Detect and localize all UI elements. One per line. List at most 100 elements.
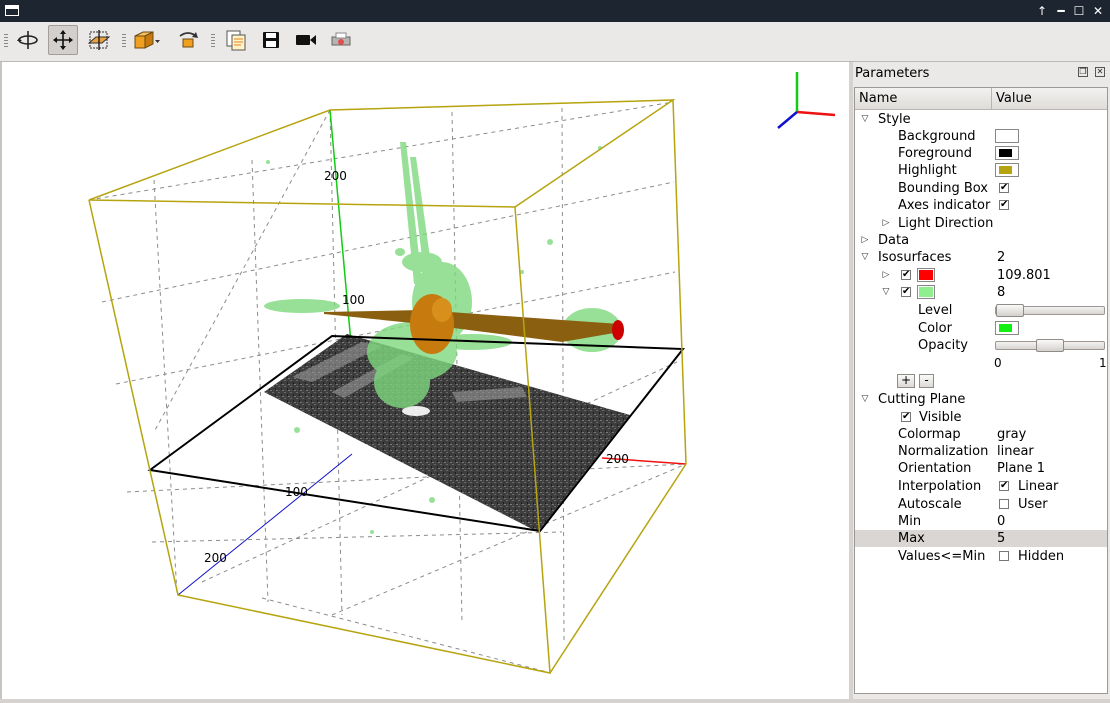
- tree-row-max[interactable]: Max 5: [855, 530, 1107, 547]
- normalization-value[interactable]: linear: [997, 443, 1034, 460]
- expand-arrow-icon[interactable]: ▷: [881, 215, 891, 232]
- tree-row-isosurface-1[interactable]: ▷ ✔ 109.801: [855, 267, 1107, 284]
- swatch-fill: [919, 270, 933, 280]
- tree-row-highlight[interactable]: Highlight: [855, 162, 1107, 179]
- axis-tick-x-200: 200: [606, 452, 629, 466]
- 3d-viewport[interactable]: 200 100 200 100 200: [0, 62, 849, 699]
- copy-image-icon[interactable]: [221, 25, 251, 55]
- axis-tick-y-200: 200: [204, 551, 227, 565]
- axis-tick-z-100: 100: [342, 293, 365, 307]
- collapse-arrow-icon[interactable]: ▽: [860, 111, 870, 128]
- panel-title: Parameters: [855, 66, 930, 81]
- foreground-color-swatch[interactable]: [995, 146, 1019, 160]
- opacity-slider-handle[interactable]: [1036, 339, 1064, 352]
- isosurface-1-color-swatch[interactable]: [917, 268, 935, 282]
- isosurface-2-color-swatch[interactable]: [917, 285, 935, 299]
- rotate-icon[interactable]: [13, 25, 43, 55]
- isosurface-color-swatch[interactable]: [995, 321, 1019, 335]
- column-name-header[interactable]: Name: [859, 91, 897, 106]
- orientation-value[interactable]: Plane 1: [997, 460, 1045, 477]
- zoom-box-icon[interactable]: [84, 25, 114, 55]
- collapse-arrow-icon[interactable]: ▽: [860, 391, 870, 408]
- swatch-fill: [999, 149, 1012, 157]
- tree-row-colormap[interactable]: Colormap gray: [855, 426, 1107, 443]
- tree-row-min[interactable]: Min 0: [855, 513, 1107, 530]
- tree-row-data[interactable]: ▷ Data: [855, 232, 1107, 249]
- maximize-icon[interactable]: ☐: [1071, 3, 1087, 19]
- reset-view-icon[interactable]: [173, 25, 203, 55]
- collapse-arrow-icon[interactable]: ▽: [860, 249, 870, 266]
- toolbar: [0, 22, 1110, 62]
- tree-row-style[interactable]: ▽ Style: [855, 111, 1107, 128]
- remove-isosurface-button[interactable]: -: [919, 374, 934, 388]
- opacity-slider[interactable]: [995, 339, 1105, 352]
- tree-row-foreground[interactable]: Foreground: [855, 145, 1107, 162]
- parameters-panel: Parameters ❐ ✕ Name Value ▽ Style Backgr…: [853, 62, 1110, 699]
- axis-tick-y-100: 100: [285, 485, 308, 499]
- bounding-box-checkbox[interactable]: ✔: [999, 183, 1009, 193]
- colormap-value[interactable]: gray: [997, 426, 1026, 443]
- tree-row-background[interactable]: Background: [855, 128, 1107, 145]
- parameters-tree: Name Value ▽ Style Background Foreground…: [854, 87, 1108, 694]
- isosurface-2-checkbox[interactable]: ✔: [901, 287, 911, 297]
- expand-arrow-icon[interactable]: ▷: [860, 232, 870, 249]
- column-value-header[interactable]: Value: [996, 91, 1032, 106]
- float-panel-icon[interactable]: ❐: [1078, 67, 1088, 77]
- autoscale-checkbox[interactable]: [999, 499, 1009, 509]
- pan-icon[interactable]: [48, 25, 78, 55]
- close-icon[interactable]: ✕: [1090, 3, 1106, 19]
- tree-row-cutting-plane[interactable]: ▽ Cutting Plane: [855, 391, 1107, 408]
- tree-row-isosurfaces[interactable]: ▽ Isosurfaces 2: [855, 249, 1107, 266]
- tree-row-opacity[interactable]: Opacity: [855, 337, 1107, 354]
- minimize-icon[interactable]: ━: [1053, 3, 1069, 19]
- tree-row-orientation[interactable]: Orientation Plane 1: [855, 460, 1107, 477]
- cube-view-icon[interactable]: [131, 25, 161, 55]
- max-value[interactable]: 5: [997, 530, 1005, 547]
- level-slider[interactable]: [995, 304, 1105, 317]
- toolbar-grip[interactable]: [4, 34, 8, 48]
- add-isosurface-button[interactable]: +: [897, 374, 915, 388]
- tree-row-normalization[interactable]: Normalization linear: [855, 443, 1107, 460]
- background-color-swatch[interactable]: [995, 129, 1019, 143]
- keep-above-icon[interactable]: ↑: [1034, 3, 1050, 19]
- axes-indicator: [777, 72, 836, 129]
- window-titlebar: ↑ ━ ☐ ✕: [0, 0, 1110, 22]
- level-slider-handle[interactable]: [996, 304, 1024, 317]
- opacity-min-label: 0: [994, 356, 1002, 370]
- tree-row-level[interactable]: Level: [855, 302, 1107, 319]
- video-icon[interactable]: [291, 25, 321, 55]
- tree-row-values-le-min[interactable]: Values<=Min Hidden: [855, 548, 1107, 565]
- toolbar-grip[interactable]: [211, 34, 215, 48]
- swatch-fill: [999, 132, 1012, 140]
- min-value[interactable]: 0: [997, 513, 1005, 530]
- swatch-fill: [999, 166, 1012, 174]
- tree-header: Name Value: [855, 88, 1107, 110]
- isosurface-1-checkbox[interactable]: ✔: [901, 270, 911, 280]
- opacity-max-label: 1: [1099, 356, 1107, 370]
- tree-row-add-remove: + -: [855, 373, 1107, 390]
- swatch-fill: [999, 324, 1012, 332]
- hidden-checkbox[interactable]: [999, 551, 1009, 561]
- axes-indicator-checkbox[interactable]: ✔: [999, 200, 1009, 210]
- tree-row-bounding-box[interactable]: Bounding Box ✔: [855, 180, 1107, 197]
- collapse-arrow-icon[interactable]: ▽: [881, 284, 891, 301]
- save-icon[interactable]: [256, 25, 286, 55]
- app-window-icon: [5, 5, 19, 16]
- visible-checkbox[interactable]: ✔: [901, 412, 911, 422]
- toolbar-grip[interactable]: [122, 34, 126, 48]
- highlight-color-swatch[interactable]: [995, 163, 1019, 177]
- axis-tick-z-200: 200: [324, 169, 347, 183]
- tree-row-interpolation[interactable]: Interpolation ✔ Linear: [855, 478, 1107, 495]
- close-panel-icon[interactable]: ✕: [1095, 67, 1105, 77]
- tree-row-light-direction[interactable]: ▷ Light Direction: [855, 215, 1107, 232]
- tree-row-color[interactable]: Color: [855, 320, 1107, 337]
- tree-row-axes-indicator[interactable]: Axes indicator ✔: [855, 197, 1107, 214]
- print-icon[interactable]: [326, 25, 356, 55]
- tree-row-isosurface-2[interactable]: ▽ ✔ 8: [855, 284, 1107, 301]
- tree-row-visible[interactable]: ✔ Visible: [855, 409, 1107, 426]
- swatch-fill: [919, 287, 933, 297]
- expand-arrow-icon[interactable]: ▷: [881, 267, 891, 284]
- tree-row-autoscale[interactable]: Autoscale User: [855, 496, 1107, 513]
- interpolation-checkbox[interactable]: ✔: [999, 481, 1009, 491]
- volume-render-scene[interactable]: 200 100 200 100 200: [2, 62, 849, 699]
